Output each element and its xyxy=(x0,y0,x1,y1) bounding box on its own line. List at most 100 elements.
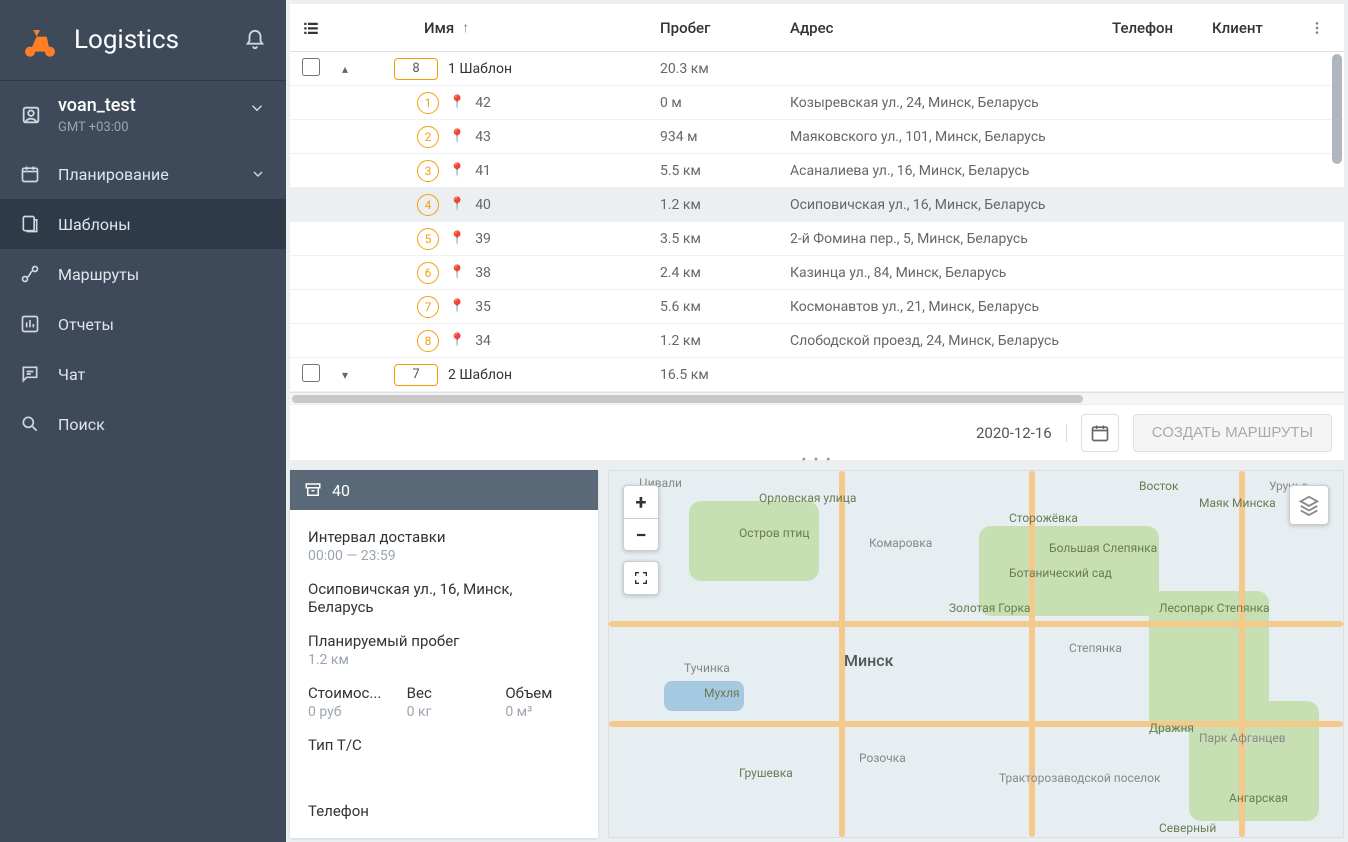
table-menu-icon[interactable] xyxy=(1302,20,1332,36)
stop-count-badge: 8 xyxy=(394,58,438,80)
stop-code: 42 xyxy=(475,95,491,111)
detail-panel: 40 Интервал доставки 00:00 — 23:59 Осипо… xyxy=(290,470,598,838)
app-logo-icon xyxy=(20,20,60,60)
expand-icon[interactable]: ▾ xyxy=(330,368,360,382)
volume-value: 0 м³ xyxy=(505,704,580,720)
calendar-button[interactable] xyxy=(1081,414,1119,452)
stop-row[interactable]: 2 📍 43 934 м Маяковского ул., 101, Минск… xyxy=(290,120,1344,154)
template-group-row[interactable]: ▴ 8 1 Шаблон 20.3 км xyxy=(290,52,1344,86)
sidebar-item-templates[interactable]: Шаблоны xyxy=(0,199,286,249)
map-place-label: Грушевка xyxy=(739,766,793,780)
cost-label: Стоимос... xyxy=(308,684,383,702)
group-checkbox[interactable] xyxy=(302,58,320,76)
stop-number: 8 xyxy=(417,330,439,352)
vehicle-type-label: Тип Т/С xyxy=(308,736,580,754)
stop-mileage: 0 м xyxy=(660,95,790,111)
zoom-controls: + − xyxy=(623,485,659,551)
archive-icon xyxy=(304,481,322,499)
stop-row[interactable]: 3 📍 41 5.5 км Асаналиева ул., 16, Минск,… xyxy=(290,154,1344,188)
volume-label: Объем xyxy=(505,684,580,702)
sidebar-item-planning[interactable]: Планирование xyxy=(0,149,286,199)
stop-code: 34 xyxy=(475,333,491,349)
table-header: Имя↑ Пробег Адрес Телефон Клиент xyxy=(290,4,1344,52)
stop-mileage: 5.6 км xyxy=(660,299,790,315)
stop-row[interactable]: 1 📍 42 0 м Козыревская ул., 24, Минск, Б… xyxy=(290,86,1344,120)
user-block[interactable]: voan_test GMT +03:00 xyxy=(0,80,286,149)
stop-code: 40 xyxy=(475,197,491,213)
interval-value: 00:00 — 23:59 xyxy=(308,548,580,564)
calendar-icon xyxy=(20,164,42,184)
stop-row[interactable]: 5 📍 39 3.5 км 2-й Фомина пер., 5, Минск,… xyxy=(290,222,1344,256)
sidebar-item-reports[interactable]: Отчеты xyxy=(0,299,286,349)
stop-address: Космонавтов ул., 21, Минск, Беларусь xyxy=(790,299,1142,315)
weight-label: Вес xyxy=(407,684,482,702)
stop-address: Осиповичская ул., 16, Минск, Беларусь xyxy=(790,197,1142,213)
main-content: Имя↑ Пробег Адрес Телефон Клиент ▴ 8 1 Ш… xyxy=(286,0,1348,842)
fullscreen-button[interactable] xyxy=(624,562,658,594)
stop-code: 38 xyxy=(475,265,491,281)
stop-row[interactable]: 6 📍 38 2.4 км Казинца ул., 84, Минск, Бе… xyxy=(290,256,1344,290)
stop-mileage: 1.2 км xyxy=(660,333,790,349)
col-phone[interactable]: Телефон xyxy=(1112,19,1212,37)
interval-label: Интервал доставки xyxy=(308,528,580,546)
drag-handle-icon[interactable]: • • • xyxy=(801,452,832,468)
stop-code: 41 xyxy=(475,163,491,179)
user-name: voan_test xyxy=(58,95,136,116)
col-mileage[interactable]: Пробег xyxy=(660,19,790,37)
chevron-down-icon xyxy=(250,166,266,182)
template-name: 1 Шаблон xyxy=(448,61,512,77)
notifications-icon[interactable] xyxy=(244,29,266,51)
list-view-icon[interactable] xyxy=(302,19,330,37)
stop-code: 35 xyxy=(475,299,491,315)
map-place-label: Тракторозаводской поселок xyxy=(999,771,1160,785)
group-checkbox[interactable] xyxy=(302,364,320,382)
stop-code: 43 xyxy=(475,129,491,145)
app-title: Logistics xyxy=(74,25,244,55)
chat-icon xyxy=(20,364,42,384)
sidebar-item-label: Маршруты xyxy=(58,265,139,284)
layers-button[interactable] xyxy=(1289,485,1329,525)
user-timezone: GMT +03:00 xyxy=(58,120,136,135)
col-address[interactable]: Адрес xyxy=(790,19,1112,37)
template-mileage: 20.3 км xyxy=(660,61,790,77)
stop-mileage: 3.5 км xyxy=(660,231,790,247)
collapse-icon[interactable]: ▴ xyxy=(330,62,360,76)
col-client[interactable]: Клиент xyxy=(1212,19,1302,37)
pin-icon: 📍 xyxy=(449,333,465,348)
stop-code: 39 xyxy=(475,231,491,247)
stop-row[interactable]: 8 📍 34 1.2 км Слободской проезд, 24, Мин… xyxy=(290,324,1344,358)
stop-address: Асаналиева ул., 16, Минск, Беларусь xyxy=(790,163,1142,179)
planned-mileage-label: Планируемый пробег xyxy=(308,632,580,650)
stop-row[interactable]: 4 📍 40 1.2 км Осиповичская ул., 16, Минс… xyxy=(290,188,1344,222)
zoom-out-button[interactable]: − xyxy=(624,518,658,550)
sidebar: Logistics voan_test GMT +03:00 Планирова… xyxy=(0,0,286,842)
sidebar-item-search[interactable]: Поиск xyxy=(0,399,286,449)
template-icon xyxy=(20,214,42,234)
stop-number: 6 xyxy=(417,262,439,284)
detail-header: 40 xyxy=(290,470,598,510)
sidebar-item-chat[interactable]: Чат xyxy=(0,349,286,399)
col-name[interactable]: Имя↑ xyxy=(360,19,660,37)
vertical-scrollbar[interactable] xyxy=(1332,54,1342,374)
map[interactable]: Минск ЦивалиОрловская улицаОстров птицКо… xyxy=(608,470,1344,838)
template-group-row[interactable]: ▾ 7 2 Шаблон 16.5 км xyxy=(290,358,1344,392)
sidebar-item-label: Чат xyxy=(58,365,85,384)
map-place-label: Сторожёвка xyxy=(1009,511,1078,525)
template-name: 2 Шаблон xyxy=(448,367,512,383)
horizontal-scrollbar[interactable] xyxy=(290,392,1344,404)
user-icon xyxy=(20,104,42,126)
planned-mileage-value: 1.2 км xyxy=(308,652,580,668)
weight-value: 0 кг xyxy=(407,704,482,720)
sidebar-header: Logistics xyxy=(0,0,286,80)
stop-row[interactable]: 7 📍 35 5.6 км Космонавтов ул., 21, Минск… xyxy=(290,290,1344,324)
stop-address: Маяковского ул., 101, Минск, Беларусь xyxy=(790,129,1142,145)
stop-mileage: 2.4 км xyxy=(660,265,790,281)
sidebar-item-label: Шаблоны xyxy=(58,215,131,234)
zoom-in-button[interactable]: + xyxy=(624,486,658,518)
table-body: ▴ 8 1 Шаблон 20.3 км 1 📍 42 0 м Козыревс… xyxy=(290,52,1344,392)
search-icon xyxy=(20,414,42,434)
create-routes-button[interactable]: СОЗДАТЬ МАРШРУТЫ xyxy=(1133,414,1332,452)
sort-asc-icon: ↑ xyxy=(462,19,469,36)
sidebar-item-routes[interactable]: Маршруты xyxy=(0,249,286,299)
pin-icon: 📍 xyxy=(449,163,465,178)
